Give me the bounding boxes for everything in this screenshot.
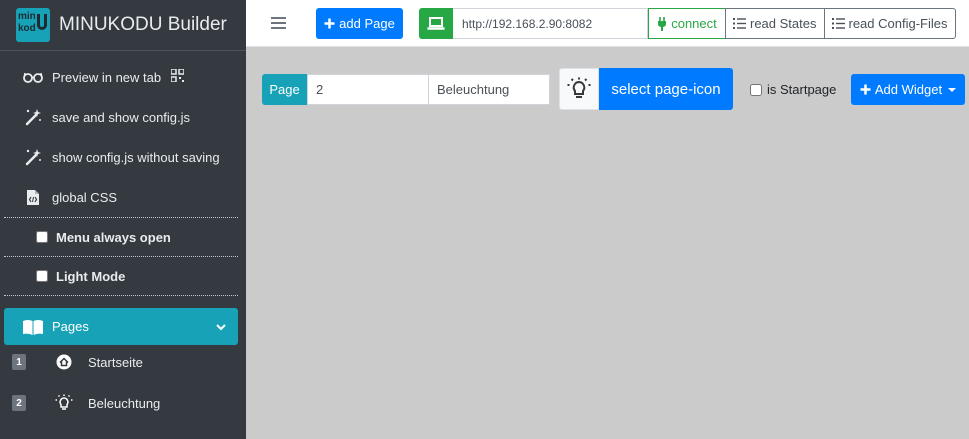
plus-icon xyxy=(860,84,871,95)
pages-label: Pages xyxy=(52,319,89,334)
add-page-label: add Page xyxy=(339,16,395,31)
list-icon xyxy=(733,18,746,29)
page-icon-preview xyxy=(559,68,599,110)
divider xyxy=(4,295,238,296)
add-widget-dropdown-button[interactable]: Add Widget xyxy=(851,74,965,105)
qr-code-icon[interactable] xyxy=(170,68,185,85)
sidebar-item-label: Preview in new tab xyxy=(52,69,162,85)
sidebar-item-show-config[interactable]: show config.js without saving xyxy=(0,137,246,177)
is-startpage-toggle[interactable]: is Startpage xyxy=(750,82,836,97)
page-label: Beleuchtung xyxy=(88,395,161,411)
top-navbar: add Page connect read States read Config… xyxy=(246,0,969,47)
brand[interactable]: min kod MINUKODU Builder xyxy=(0,0,246,51)
page-label-addon: Page xyxy=(262,74,307,105)
page-name-input[interactable] xyxy=(428,74,550,105)
page-label: Startseite xyxy=(88,354,143,370)
sidebar-item-label: save and show config.js xyxy=(52,109,191,125)
plus-icon xyxy=(324,18,335,29)
page-list-item-startseite[interactable]: 1 Startseite xyxy=(12,354,143,370)
menu-always-open-checkbox[interactable] xyxy=(36,231,48,243)
page-list-item-beleuchtung[interactable]: 2 Beleuchtung xyxy=(12,394,160,412)
app-logo: min kod xyxy=(16,8,50,42)
logo-text-bottom: kod xyxy=(18,23,36,34)
sidebar-item-pages[interactable]: Pages xyxy=(4,308,238,345)
is-startpage-checkbox[interactable] xyxy=(750,83,762,96)
read-states-button[interactable]: read States xyxy=(725,8,825,39)
sidebar-item-save-config[interactable]: save and show config.js xyxy=(0,97,246,137)
lightbulb-icon xyxy=(54,394,74,412)
magic-wand-icon xyxy=(22,108,44,126)
select-page-icon-button[interactable]: select page-icon xyxy=(599,68,733,110)
lightbulb-icon xyxy=(566,77,592,101)
connect-label: connect xyxy=(671,16,717,31)
read-config-files-button[interactable]: read Config-Files xyxy=(823,8,956,39)
connection-group: connect read States read Config-Files xyxy=(419,8,956,39)
light-mode-toggle[interactable]: Light Mode xyxy=(0,257,246,295)
page-number-badge: 1 xyxy=(12,354,26,370)
hamburger-menu-icon[interactable] xyxy=(271,17,286,32)
add-widget-label: Add Widget xyxy=(874,82,943,97)
sidebar-item-global-css[interactable]: global CSS xyxy=(0,177,246,217)
sidebar-item-preview[interactable]: Preview in new tab xyxy=(0,57,246,97)
page-number-input[interactable] xyxy=(307,74,429,105)
read-states-label: read States xyxy=(750,16,817,31)
sidebar-item-label: global CSS xyxy=(52,189,118,205)
light-mode-checkbox[interactable] xyxy=(36,270,48,282)
is-startpage-label: is Startpage xyxy=(767,82,837,97)
menu-always-open-label: Menu always open xyxy=(56,229,171,245)
logo-text-top: min xyxy=(18,11,36,22)
home-icon xyxy=(54,354,74,370)
connect-button[interactable]: connect xyxy=(648,8,726,39)
server-url-input[interactable] xyxy=(453,8,648,39)
list-icon xyxy=(831,18,845,29)
page-number-badge: 2 xyxy=(12,395,26,411)
magic-wand-icon xyxy=(22,148,44,166)
plug-icon xyxy=(657,16,667,31)
glasses-icon xyxy=(22,71,44,83)
app-title: MINUKODU Builder xyxy=(59,14,227,35)
caret-down-icon xyxy=(948,87,957,92)
read-config-files-label: read Config-Files xyxy=(848,16,948,31)
sidebar-item-label: show config.js without saving xyxy=(52,149,220,165)
menu-always-open-toggle[interactable]: Menu always open xyxy=(0,218,246,256)
light-mode-label: Light Mode xyxy=(56,268,126,284)
laptop-icon xyxy=(419,8,453,39)
code-file-icon xyxy=(22,189,44,206)
add-page-button[interactable]: add Page xyxy=(316,8,403,39)
chevron-down-icon xyxy=(216,319,226,334)
sidebar: min kod MINUKODU Builder Preview in new … xyxy=(0,0,246,439)
open-book-icon xyxy=(22,319,44,335)
